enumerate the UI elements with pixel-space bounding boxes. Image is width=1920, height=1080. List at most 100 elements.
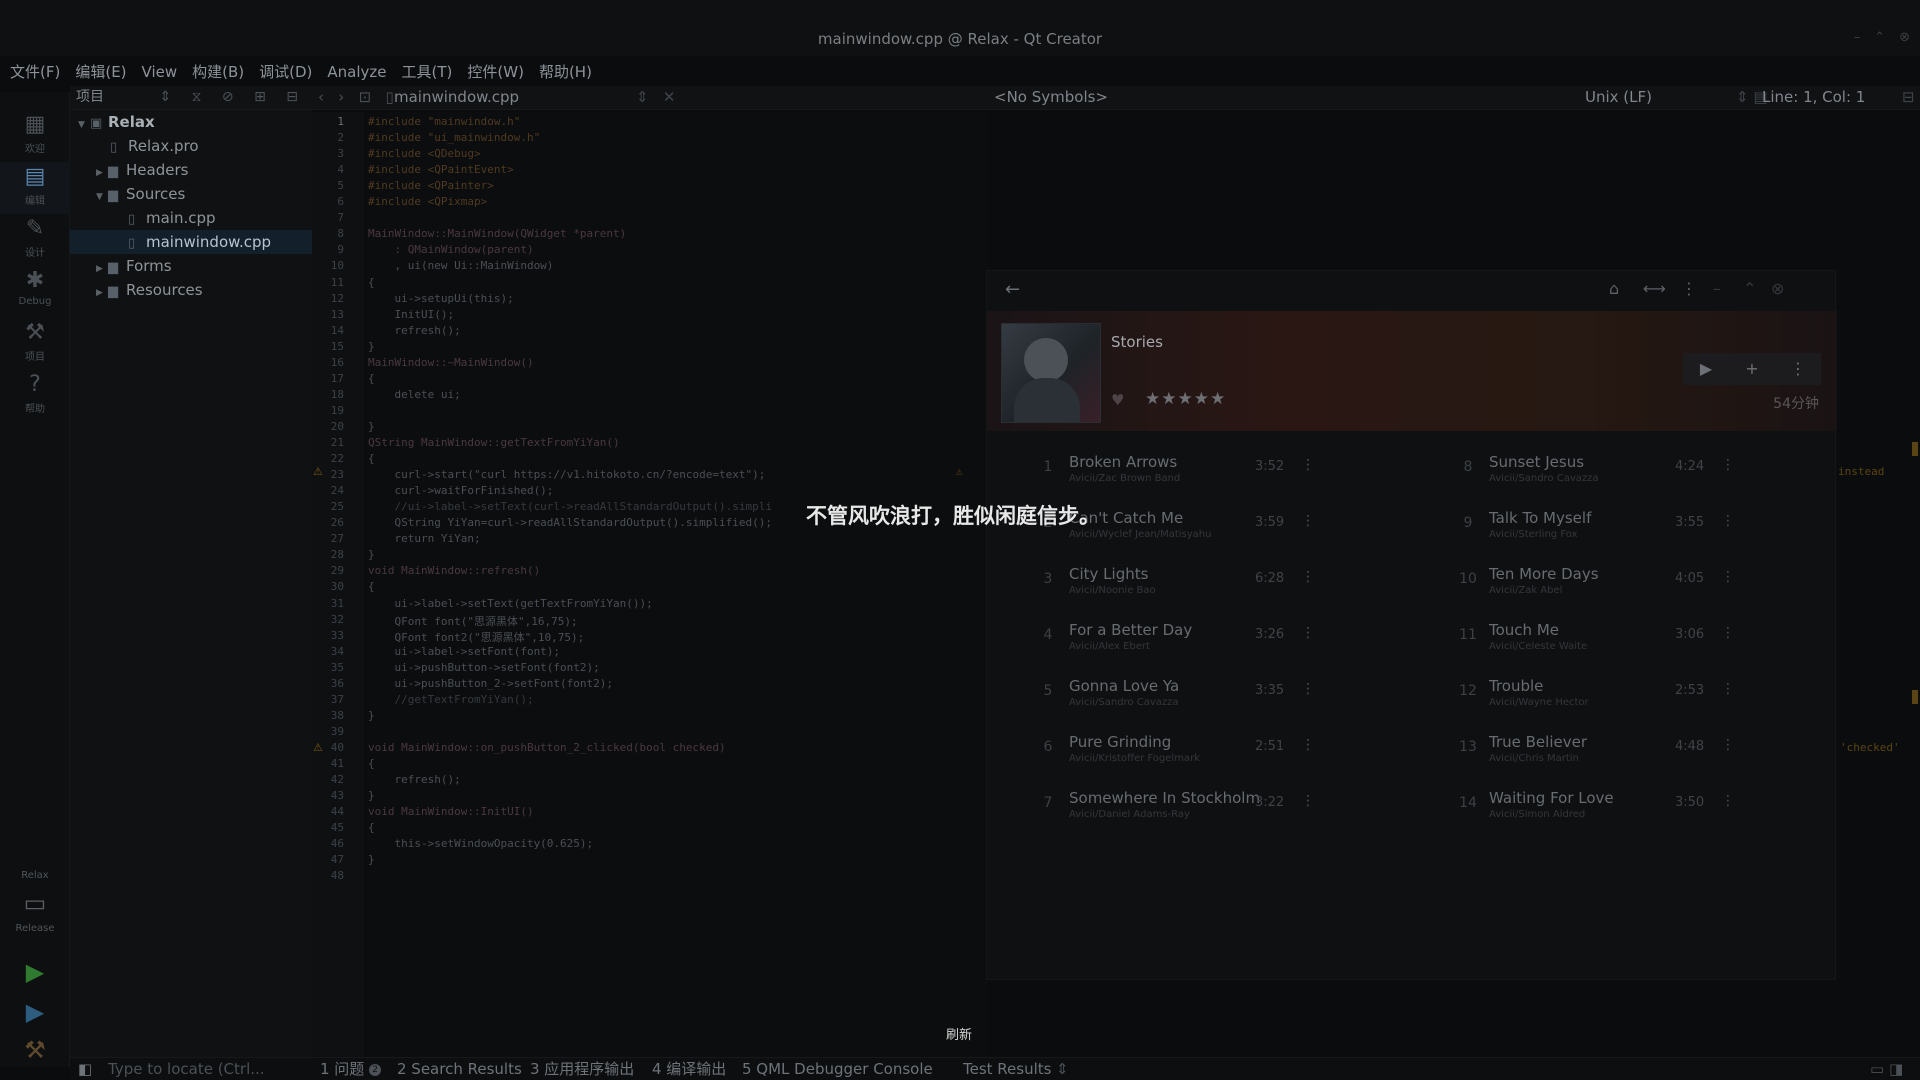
- line-number: 44: [330, 805, 344, 818]
- home-icon[interactable]: ⌂: [1609, 279, 1619, 298]
- track-row[interactable]: 5 Gonna Love Ya Avicii/Sandro Cavazza 3:35 ⋮: [1033, 673, 1353, 721]
- track-more-icon[interactable]: ⋮: [1721, 569, 1735, 585]
- nav-back-forward-icon[interactable]: ‹ › ⊡ ▯: [318, 86, 394, 108]
- track-more-icon[interactable]: ⋮: [1301, 457, 1315, 473]
- mode-debug[interactable]: ✱ Debug: [0, 266, 70, 318]
- mode-help[interactable]: ? 帮助: [0, 370, 70, 422]
- track-row[interactable]: 6 Pure Grinding Avicii/Kristoffer Fogelmar…: [1033, 729, 1353, 777]
- line-number: 8: [337, 227, 344, 240]
- track-row[interactable]: 3 City Lights Avicii/Noonie Bao 6:28 ⋮: [1033, 561, 1353, 609]
- track-row[interactable]: 13 True Believer Avicii/Chris Martin 4:48 ⋮: [1453, 729, 1773, 777]
- maximize-icon[interactable]: ⌃: [1743, 279, 1756, 298]
- track-row[interactable]: 10 Ten More Days Avicii/Zak Abel 4:05 ⋮: [1453, 561, 1773, 609]
- pane-tools[interactable]: ⇕ ⧖ ⊘ ⊞ ⊟: [159, 86, 306, 108]
- tree-item-main-cpp[interactable]: ▯ main.cpp: [70, 206, 312, 230]
- warning-icon[interactable]: ⚠: [313, 741, 323, 754]
- swap-icon[interactable]: ⟷: [1643, 279, 1666, 298]
- locator-input[interactable]: Type to locate (Ctrl...: [108, 1058, 265, 1080]
- debug-run-icon[interactable]: ▶: [20, 998, 50, 1026]
- close-icon[interactable]: ⊗: [1899, 30, 1910, 45]
- menu-tools[interactable]: 工具(T): [402, 60, 462, 84]
- line-number: 13: [330, 308, 344, 321]
- track-more-icon[interactable]: ⋮: [1301, 569, 1315, 585]
- track-more-icon[interactable]: ⋮: [1721, 625, 1735, 641]
- track-more-icon[interactable]: ⋮: [1721, 737, 1735, 753]
- track-row[interactable]: 4 For a Better Day Avicii/Alex Ebert 3:26 ⋮: [1033, 617, 1353, 665]
- maximize-icon[interactable]: ⌃: [1874, 30, 1885, 45]
- track-row[interactable]: 12 Trouble Avicii/Wayne Hector 2:53 ⋮: [1453, 673, 1773, 721]
- track-row[interactable]: 11 Touch Me Avicii/Celeste Waite 3:06 ⋮: [1453, 617, 1773, 665]
- track-number: 13: [1459, 739, 1477, 755]
- minimize-icon[interactable]: –: [1854, 30, 1861, 45]
- track-more-icon[interactable]: ⋮: [1721, 681, 1735, 697]
- track-row[interactable]: 8 Sunset Jesus Avicii/Sandro Cavazza 4:24 ⋮: [1453, 449, 1773, 497]
- track-row[interactable]: 1 Broken Arrows Avicii/Zac Brown Band 3:52 ⋮: [1033, 449, 1353, 497]
- track-row[interactable]: 14 Waiting For Love Avicii/Simon Aldred 3:5…: [1453, 785, 1773, 833]
- toggle-sidebar-icon[interactable]: ◧: [78, 1058, 92, 1080]
- line-ending-selector[interactable]: Unix (LF): [1585, 86, 1652, 108]
- help-icon: ?: [29, 372, 41, 397]
- add-icon[interactable]: +: [1729, 353, 1775, 385]
- track-more-icon[interactable]: ⋮: [1721, 793, 1735, 809]
- tree-item-resources[interactable]: ▶ ▆ Resources: [70, 278, 312, 302]
- track-row[interactable]: 7 Somewhere In Stockholm Avicii/Daniel Ada…: [1033, 785, 1353, 833]
- play-icon[interactable]: ▶: [1683, 353, 1729, 385]
- run-icon[interactable]: ▶: [20, 958, 50, 986]
- menu-debug[interactable]: 调试(D): [259, 60, 321, 84]
- code-line: {: [368, 276, 375, 289]
- track-more-icon[interactable]: ⋮: [1301, 737, 1315, 753]
- heart-icon[interactable]: ♥: [1111, 391, 1124, 409]
- refresh-button[interactable]: 刷新: [946, 1024, 972, 1043]
- tree-item-headers[interactable]: ▶ ▆ Headers: [70, 158, 312, 182]
- tab-qml-console[interactable]: 5 QML Debugger Console: [742, 1058, 933, 1080]
- tree-item-forms[interactable]: ▶ ▆ Forms: [70, 254, 312, 278]
- code-line: QFont font2("思源黑体",10,75);: [368, 631, 585, 644]
- track-more-icon[interactable]: ⋮: [1721, 457, 1735, 473]
- tab-test-results[interactable]: Test Results: [963, 1058, 1051, 1080]
- issue-count-badge: 2: [369, 1063, 382, 1076]
- rating-stars[interactable]: ★★★★★: [1145, 389, 1226, 409]
- folder-icon: ▆: [108, 284, 118, 299]
- kit-selector[interactable]: Relax ▭ Release: [0, 870, 70, 934]
- mode-welcome[interactable]: ▦ 欢迎: [0, 110, 70, 162]
- minimize-icon[interactable]: –: [1713, 279, 1721, 298]
- menu-kebab-icon[interactable]: ⋮: [1681, 279, 1697, 298]
- progress-icon[interactable]: ▭ ◨: [1870, 1058, 1903, 1080]
- track-more-icon[interactable]: ⋮: [1301, 625, 1315, 641]
- track-artist: Avicii/Celeste Waite: [1489, 641, 1588, 652]
- track-more-icon[interactable]: ⋮: [1301, 681, 1315, 697]
- mode-design[interactable]: ✎ 设计: [0, 214, 70, 266]
- menu-view[interactable]: View: [142, 60, 187, 84]
- mode-edit[interactable]: ▤ 编辑: [0, 162, 70, 214]
- menu-help[interactable]: 帮助(H): [539, 60, 601, 84]
- symbol-selector[interactable]: <No Symbols>: [994, 86, 1108, 108]
- track-duration: 3:35: [1255, 683, 1285, 698]
- tab-app-output[interactable]: 3 应用程序输出: [530, 1058, 634, 1080]
- open-document-selector[interactable]: mainwindow.cpp: [394, 86, 519, 108]
- tab-search-results[interactable]: 2 Search Results: [397, 1058, 522, 1080]
- close-document-icon[interactable]: ⇕ ✕: [636, 86, 675, 108]
- warning-icon[interactable]: ⚠: [313, 465, 323, 478]
- tab-issues[interactable]: 1 问题 2: [320, 1058, 382, 1080]
- tab-compile-output[interactable]: 4 编译输出: [652, 1058, 726, 1080]
- cursor-position[interactable]: Line: 1, Col: 1: [1762, 86, 1865, 108]
- more-icon[interactable]: ⋮: [1775, 353, 1821, 385]
- split-editor-icon[interactable]: ⊟: [1902, 86, 1915, 108]
- menu-controls[interactable]: 控件(W): [467, 60, 533, 84]
- tree-item-relax-pro[interactable]: ▯ Relax.pro: [70, 134, 312, 158]
- tree-item-relax[interactable]: ▼ ▣ Relax: [70, 110, 312, 134]
- project-view-selector[interactable]: 项目: [76, 89, 104, 105]
- line-number: 38: [330, 709, 344, 722]
- build-hammer-icon[interactable]: ⚒: [20, 1036, 50, 1064]
- track-more-icon[interactable]: ⋮: [1301, 793, 1315, 809]
- menu-file[interactable]: 文件(F): [10, 60, 69, 84]
- tree-item-sources[interactable]: ▼ ▆ Sources: [70, 182, 312, 206]
- menu-edit[interactable]: 编辑(E): [75, 60, 135, 84]
- arrow-left-icon[interactable]: ←: [1005, 279, 1020, 300]
- more-tabs-icon[interactable]: ⇕: [1056, 1058, 1069, 1080]
- menu-build[interactable]: 构建(B): [192, 60, 253, 84]
- menu-analyze[interactable]: Analyze: [327, 60, 395, 84]
- tree-item-mainwindow-cpp[interactable]: ▯ mainwindow.cpp: [70, 230, 312, 254]
- mode-projects[interactable]: ⚒ 项目: [0, 318, 70, 370]
- close-icon[interactable]: ⊗: [1771, 279, 1784, 298]
